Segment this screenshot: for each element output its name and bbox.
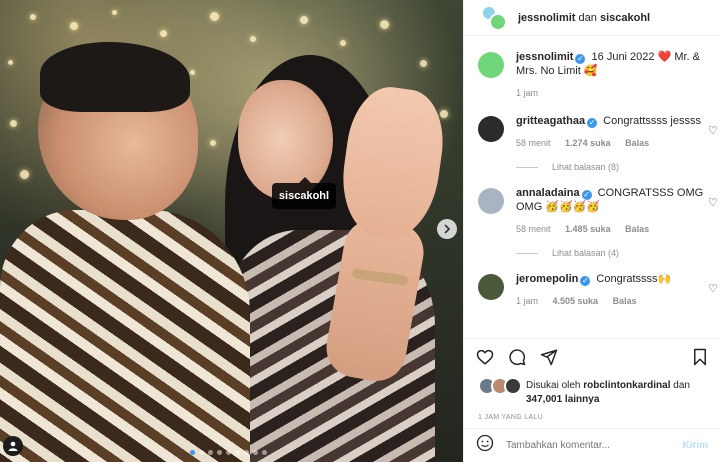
carousel-dot: [226, 450, 231, 455]
comment-time: 58 menit: [516, 224, 551, 234]
comment-row: gritteagathaa ✓ Congrattssss jessss 58 me…: [464, 114, 720, 150]
post-details-panel: jessnolimit dan siscakohl jessnolimit ✓ 1…: [463, 0, 720, 462]
collab-avatars[interactable]: [478, 3, 508, 33]
man-shirt: [0, 210, 250, 462]
comment-likes[interactable]: 4.505 suka: [553, 296, 599, 306]
carousel-dot: [208, 450, 213, 455]
share-send-icon[interactable]: [540, 348, 558, 369]
comment-text: Congrattssss jessss: [603, 115, 701, 127]
likes-text: Disukai oleh robclintonkardinal dan 347,…: [526, 379, 710, 407]
comment-username[interactable]: annaladaina: [516, 187, 580, 199]
heart-icon[interactable]: ♡: [708, 124, 718, 137]
post-comment-button[interactable]: Kirim: [682, 440, 708, 451]
bokeh-light: [70, 22, 78, 30]
caption-username[interactable]: jessnolimit: [516, 51, 573, 63]
comment-username[interactable]: gritteagathaa: [516, 115, 585, 127]
comment-username[interactable]: jeromepolin: [516, 273, 578, 285]
author-connector: dan: [578, 11, 597, 24]
woman-face: [238, 80, 333, 200]
post-authors: jessnolimit dan siscakohl: [518, 12, 650, 24]
bokeh-light: [8, 60, 13, 65]
bokeh-light: [210, 12, 219, 21]
verified-icon: ✓: [575, 54, 586, 64]
comment-list[interactable]: jessnolimit ✓ 16 Juni 2022 ❤️ Mr. & Mrs. …: [464, 36, 720, 338]
carousel-dot: [262, 450, 267, 455]
avatar[interactable]: [478, 274, 504, 300]
avatar: [489, 12, 507, 31]
carousel-dot: [235, 450, 240, 455]
comment-likes[interactable]: 1.274 suka: [565, 138, 611, 148]
likes-prefix: Disukai oleh: [526, 380, 581, 391]
comment-bubble-icon[interactable]: [508, 348, 526, 369]
comment-row: jeromepolin ✓ Congratssss🙌 1 jam 4.505 su…: [464, 272, 720, 308]
carousel-dot: [244, 450, 249, 455]
comment-likes[interactable]: 1.485 suka: [565, 224, 611, 234]
caption-time: 1 jam: [516, 88, 539, 98]
bokeh-light: [10, 120, 17, 127]
carousel-indicator: [190, 450, 267, 455]
bokeh-light: [300, 16, 308, 24]
avatar: [504, 377, 522, 395]
reply-button[interactable]: Balas: [613, 296, 637, 306]
likes-summary[interactable]: Disukai oleh robclintonkardinal dan 347,…: [478, 377, 710, 407]
man-hair: [40, 42, 190, 112]
bokeh-light: [250, 36, 256, 42]
view-replies-button[interactable]: Lihat balasan (8): [516, 162, 720, 172]
reply-button[interactable]: Balas: [625, 138, 649, 148]
post-header: jessnolimit dan siscakohl: [464, 0, 720, 36]
like-heart-icon[interactable]: [476, 348, 494, 369]
avatar[interactable]: [478, 188, 504, 214]
chevron-right-icon[interactable]: [437, 219, 457, 239]
caption-row: jessnolimit ✓ 16 Juni 2022 ❤️ Mr. & Mrs. …: [464, 36, 720, 100]
bokeh-light: [420, 60, 427, 67]
coauthor-username[interactable]: siscakohl: [600, 12, 650, 24]
comment-text: Congratssss🙌: [596, 273, 672, 285]
comment-composer: Kirim: [464, 428, 720, 462]
view-replies-button[interactable]: Lihat balasan (4): [516, 248, 720, 258]
bokeh-light: [112, 10, 117, 15]
emoji-icon[interactable]: [476, 434, 494, 457]
heart-icon[interactable]: ♡: [708, 282, 718, 295]
carousel-dot: [190, 450, 195, 455]
view-replies-label: Lihat balasan (8): [552, 162, 620, 172]
verified-icon: ✓: [581, 190, 592, 200]
reply-divider: [516, 166, 538, 168]
bokeh-light: [440, 110, 448, 118]
bookmark-icon[interactable]: [692, 348, 708, 369]
comment-input[interactable]: [506, 440, 683, 451]
bokeh-light: [380, 20, 389, 29]
post-timestamp[interactable]: 1 JAM YANG LALU: [478, 414, 543, 421]
bokeh-light: [340, 40, 346, 46]
likes-count[interactable]: 347,001 lainnya: [526, 394, 599, 405]
comment-time: 1 jam: [516, 296, 539, 306]
verified-icon: ✓: [580, 276, 591, 286]
bokeh-light: [190, 70, 195, 75]
liker-username[interactable]: robclintonkardinal: [583, 380, 670, 391]
bokeh-light: [210, 140, 216, 146]
bokeh-light: [30, 14, 36, 20]
avatar[interactable]: [478, 116, 504, 142]
reply-button[interactable]: Balas: [625, 224, 649, 234]
bokeh-light: [20, 170, 29, 179]
heart-icon[interactable]: ♡: [708, 196, 718, 209]
comment-row: annaladaina ✓ CONGRATSSS OMG OMG 🥳🥳🥳🥳 58 …: [464, 186, 720, 236]
post-photo[interactable]: siscakohl: [0, 0, 463, 462]
reply-divider: [516, 252, 538, 254]
carousel-dot: [199, 450, 204, 455]
carousel-dot: [217, 450, 222, 455]
avatar[interactable]: [478, 52, 504, 78]
likes-connector: dan: [673, 380, 690, 391]
verified-icon: ✓: [587, 118, 598, 128]
liker-avatars: [478, 377, 524, 397]
view-replies-label: Lihat balasan (4): [552, 248, 620, 258]
author-username[interactable]: jessnolimit: [518, 12, 575, 24]
tagged-users-icon[interactable]: [3, 436, 23, 456]
carousel-dot: [253, 450, 258, 455]
bokeh-light: [160, 30, 167, 37]
comment-time: 58 menit: [516, 138, 551, 148]
post-actions: [464, 338, 720, 378]
user-tag-tooltip[interactable]: siscakohl: [272, 177, 336, 209]
